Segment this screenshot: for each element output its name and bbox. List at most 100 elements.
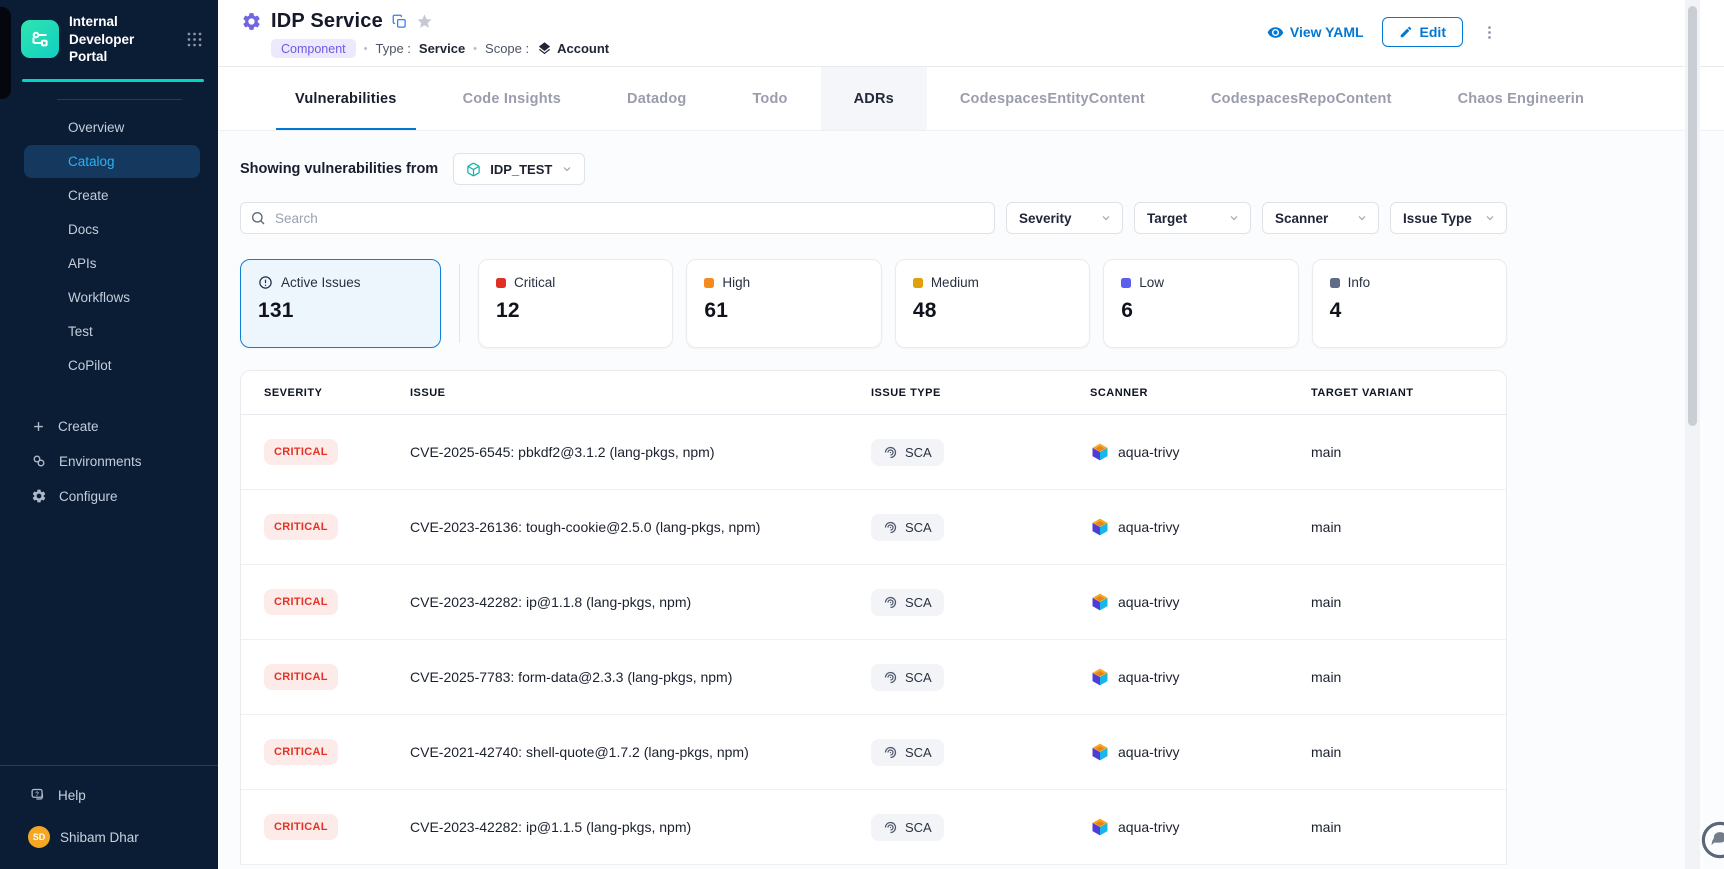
sidebar-item-test[interactable]: Test bbox=[24, 315, 200, 348]
tabs-scroll-right-icon[interactable] bbox=[1617, 91, 1635, 106]
eye-icon bbox=[1267, 24, 1284, 41]
sidebar-item-copilot[interactable]: CoPilot bbox=[24, 349, 200, 382]
scanner-cell: aqua-trivy bbox=[1090, 442, 1311, 462]
vertical-scrollbar-thumb[interactable] bbox=[1688, 6, 1697, 426]
gear-icon bbox=[31, 488, 47, 504]
view-yaml-button[interactable]: View YAML bbox=[1267, 24, 1364, 41]
search-input[interactable] bbox=[240, 202, 995, 234]
tab-todo[interactable]: Todo bbox=[719, 67, 820, 130]
tab-codespaces-repo-content[interactable]: CodespacesRepoContent bbox=[1178, 67, 1425, 130]
col-severity: SEVERITY bbox=[264, 387, 410, 399]
star-favorite-icon[interactable] bbox=[416, 13, 433, 30]
table-row[interactable]: CRITICAL CVE-2021-42740: shell-quote@1.7… bbox=[241, 715, 1506, 790]
stat-label: High bbox=[722, 275, 750, 290]
sidebar-item-apis[interactable]: APIs bbox=[24, 247, 200, 280]
stat-card-critical[interactable]: Critical 12 bbox=[478, 259, 673, 348]
issue-type-pill: SCA bbox=[871, 739, 944, 766]
tabs-scroll-left-icon[interactable] bbox=[244, 91, 262, 106]
sidebar-item-workflows[interactable]: Workflows bbox=[24, 281, 200, 314]
scanner-name: aqua-trivy bbox=[1118, 519, 1179, 535]
main-area: IDP Service Component • Type : Service •… bbox=[218, 0, 1724, 869]
stat-card-low[interactable]: Low 6 bbox=[1103, 259, 1298, 348]
action-label: Environments bbox=[59, 454, 142, 469]
stat-label: Critical bbox=[514, 275, 555, 290]
tab-codespaces-entity-content[interactable]: CodespacesEntityContent bbox=[927, 67, 1178, 130]
severity-badge: CRITICAL bbox=[264, 589, 338, 615]
filter-label: Scanner bbox=[1275, 211, 1328, 226]
severity-badge: CRITICAL bbox=[264, 814, 338, 840]
plus-icon bbox=[31, 419, 46, 434]
tab-adrs[interactable]: ADRs bbox=[821, 67, 927, 130]
sidebar-item-docs[interactable]: Docs bbox=[24, 213, 200, 246]
chevron-down-icon bbox=[1484, 212, 1496, 224]
severity-dot-info bbox=[1330, 278, 1340, 288]
filter-scanner[interactable]: Scanner bbox=[1262, 202, 1379, 234]
sca-icon bbox=[883, 445, 898, 460]
sidebar-action-environments[interactable]: Environments bbox=[0, 444, 218, 479]
stat-label: Info bbox=[1348, 275, 1371, 290]
table-row[interactable]: CRITICAL CVE-2023-26136: tough-cookie@2.… bbox=[241, 490, 1506, 565]
edit-button[interactable]: Edit bbox=[1382, 17, 1463, 47]
filter-issue-type[interactable]: Issue Type bbox=[1390, 202, 1507, 234]
vulnerabilities-panel: Showing vulnerabilities from IDP_TEST Se… bbox=[218, 131, 1724, 869]
sidebar-action-configure[interactable]: Configure bbox=[0, 479, 218, 514]
issue-type-label: SCA bbox=[905, 820, 932, 835]
aqua-trivy-icon bbox=[1090, 817, 1110, 837]
stat-card-info[interactable]: Info 4 bbox=[1312, 259, 1507, 348]
chevron-down-icon bbox=[1228, 212, 1240, 224]
cards-divider bbox=[459, 264, 460, 343]
table-row[interactable]: CRITICAL CVE-2023-42282: ip@1.1.8 (lang-… bbox=[241, 565, 1506, 640]
tab-chaos-engineering[interactable]: Chaos Engineerin bbox=[1425, 67, 1617, 130]
vertical-scrollbar-track[interactable] bbox=[1685, 0, 1700, 869]
apps-grid-icon[interactable] bbox=[185, 30, 204, 49]
chevron-down-icon bbox=[1356, 212, 1368, 224]
filter-target[interactable]: Target bbox=[1134, 202, 1251, 234]
table-row[interactable]: CRITICAL CVE-2025-6545: pbkdf2@3.1.2 (la… bbox=[241, 415, 1506, 490]
stat-card-high[interactable]: High 61 bbox=[686, 259, 881, 348]
user-menu[interactable]: SD Shibam Dhar bbox=[0, 812, 218, 869]
sidebar-item-create[interactable]: Create bbox=[24, 179, 200, 212]
tab-vulnerabilities[interactable]: Vulnerabilities bbox=[262, 67, 430, 130]
stat-value: 4 bbox=[1330, 299, 1489, 323]
sidebar-action-create[interactable]: Create bbox=[0, 409, 218, 444]
scope-dropdown[interactable]: IDP_TEST bbox=[453, 153, 585, 185]
sca-icon bbox=[883, 595, 898, 610]
table-row[interactable]: CRITICAL CVE-2025-7783: form-data@2.3.3 … bbox=[241, 640, 1506, 715]
tab-code-insights[interactable]: Code Insights bbox=[430, 67, 594, 130]
type-label: Type : bbox=[375, 41, 410, 56]
scanner-cell: aqua-trivy bbox=[1090, 592, 1311, 612]
kebab-menu-icon[interactable] bbox=[1481, 24, 1498, 41]
stat-label: Low bbox=[1139, 275, 1164, 290]
filter-severity[interactable]: Severity bbox=[1006, 202, 1123, 234]
tab-datadog[interactable]: Datadog bbox=[594, 67, 719, 130]
environments-icon bbox=[31, 453, 47, 469]
issue-type-label: SCA bbox=[905, 670, 932, 685]
issue-text: CVE-2021-42740: shell-quote@1.7.2 (lang-… bbox=[410, 744, 871, 760]
severity-dot-low bbox=[1121, 278, 1131, 288]
scanner-cell: aqua-trivy bbox=[1090, 742, 1311, 762]
stat-card-medium[interactable]: Medium 48 bbox=[895, 259, 1090, 348]
issue-type-pill: SCA bbox=[871, 814, 944, 841]
scope-dropdown-value: IDP_TEST bbox=[490, 162, 552, 177]
table-row[interactable]: CRITICAL CVE-2023-42282: ip@1.1.5 (lang-… bbox=[241, 790, 1506, 865]
scanner-name: aqua-trivy bbox=[1118, 444, 1179, 460]
issue-type-label: SCA bbox=[905, 445, 932, 460]
aqua-trivy-icon bbox=[1090, 742, 1110, 762]
chat-widget-icon[interactable] bbox=[1699, 819, 1724, 861]
issue-type-label: SCA bbox=[905, 520, 932, 535]
sidebar-item-catalog[interactable]: Catalog bbox=[24, 145, 200, 178]
type-value: Service bbox=[419, 41, 465, 56]
target-variant: main bbox=[1311, 669, 1483, 685]
aqua-trivy-icon bbox=[1090, 442, 1110, 462]
drawer-edge-notch bbox=[0, 7, 11, 99]
sidebar-item-overview[interactable]: Overview bbox=[24, 111, 200, 144]
aqua-trivy-icon bbox=[1090, 667, 1110, 687]
alert-circle-icon bbox=[258, 275, 273, 290]
stat-card-active-issues[interactable]: Active Issues 131 bbox=[240, 259, 441, 348]
chevron-down-icon bbox=[1100, 212, 1112, 224]
cube-icon bbox=[466, 162, 481, 177]
copy-icon[interactable] bbox=[392, 14, 407, 29]
filter-label: Issue Type bbox=[1403, 211, 1472, 226]
sidebar: Internal Developer Portal Overview Catal… bbox=[0, 0, 218, 869]
help-button[interactable]: Help bbox=[0, 766, 218, 812]
